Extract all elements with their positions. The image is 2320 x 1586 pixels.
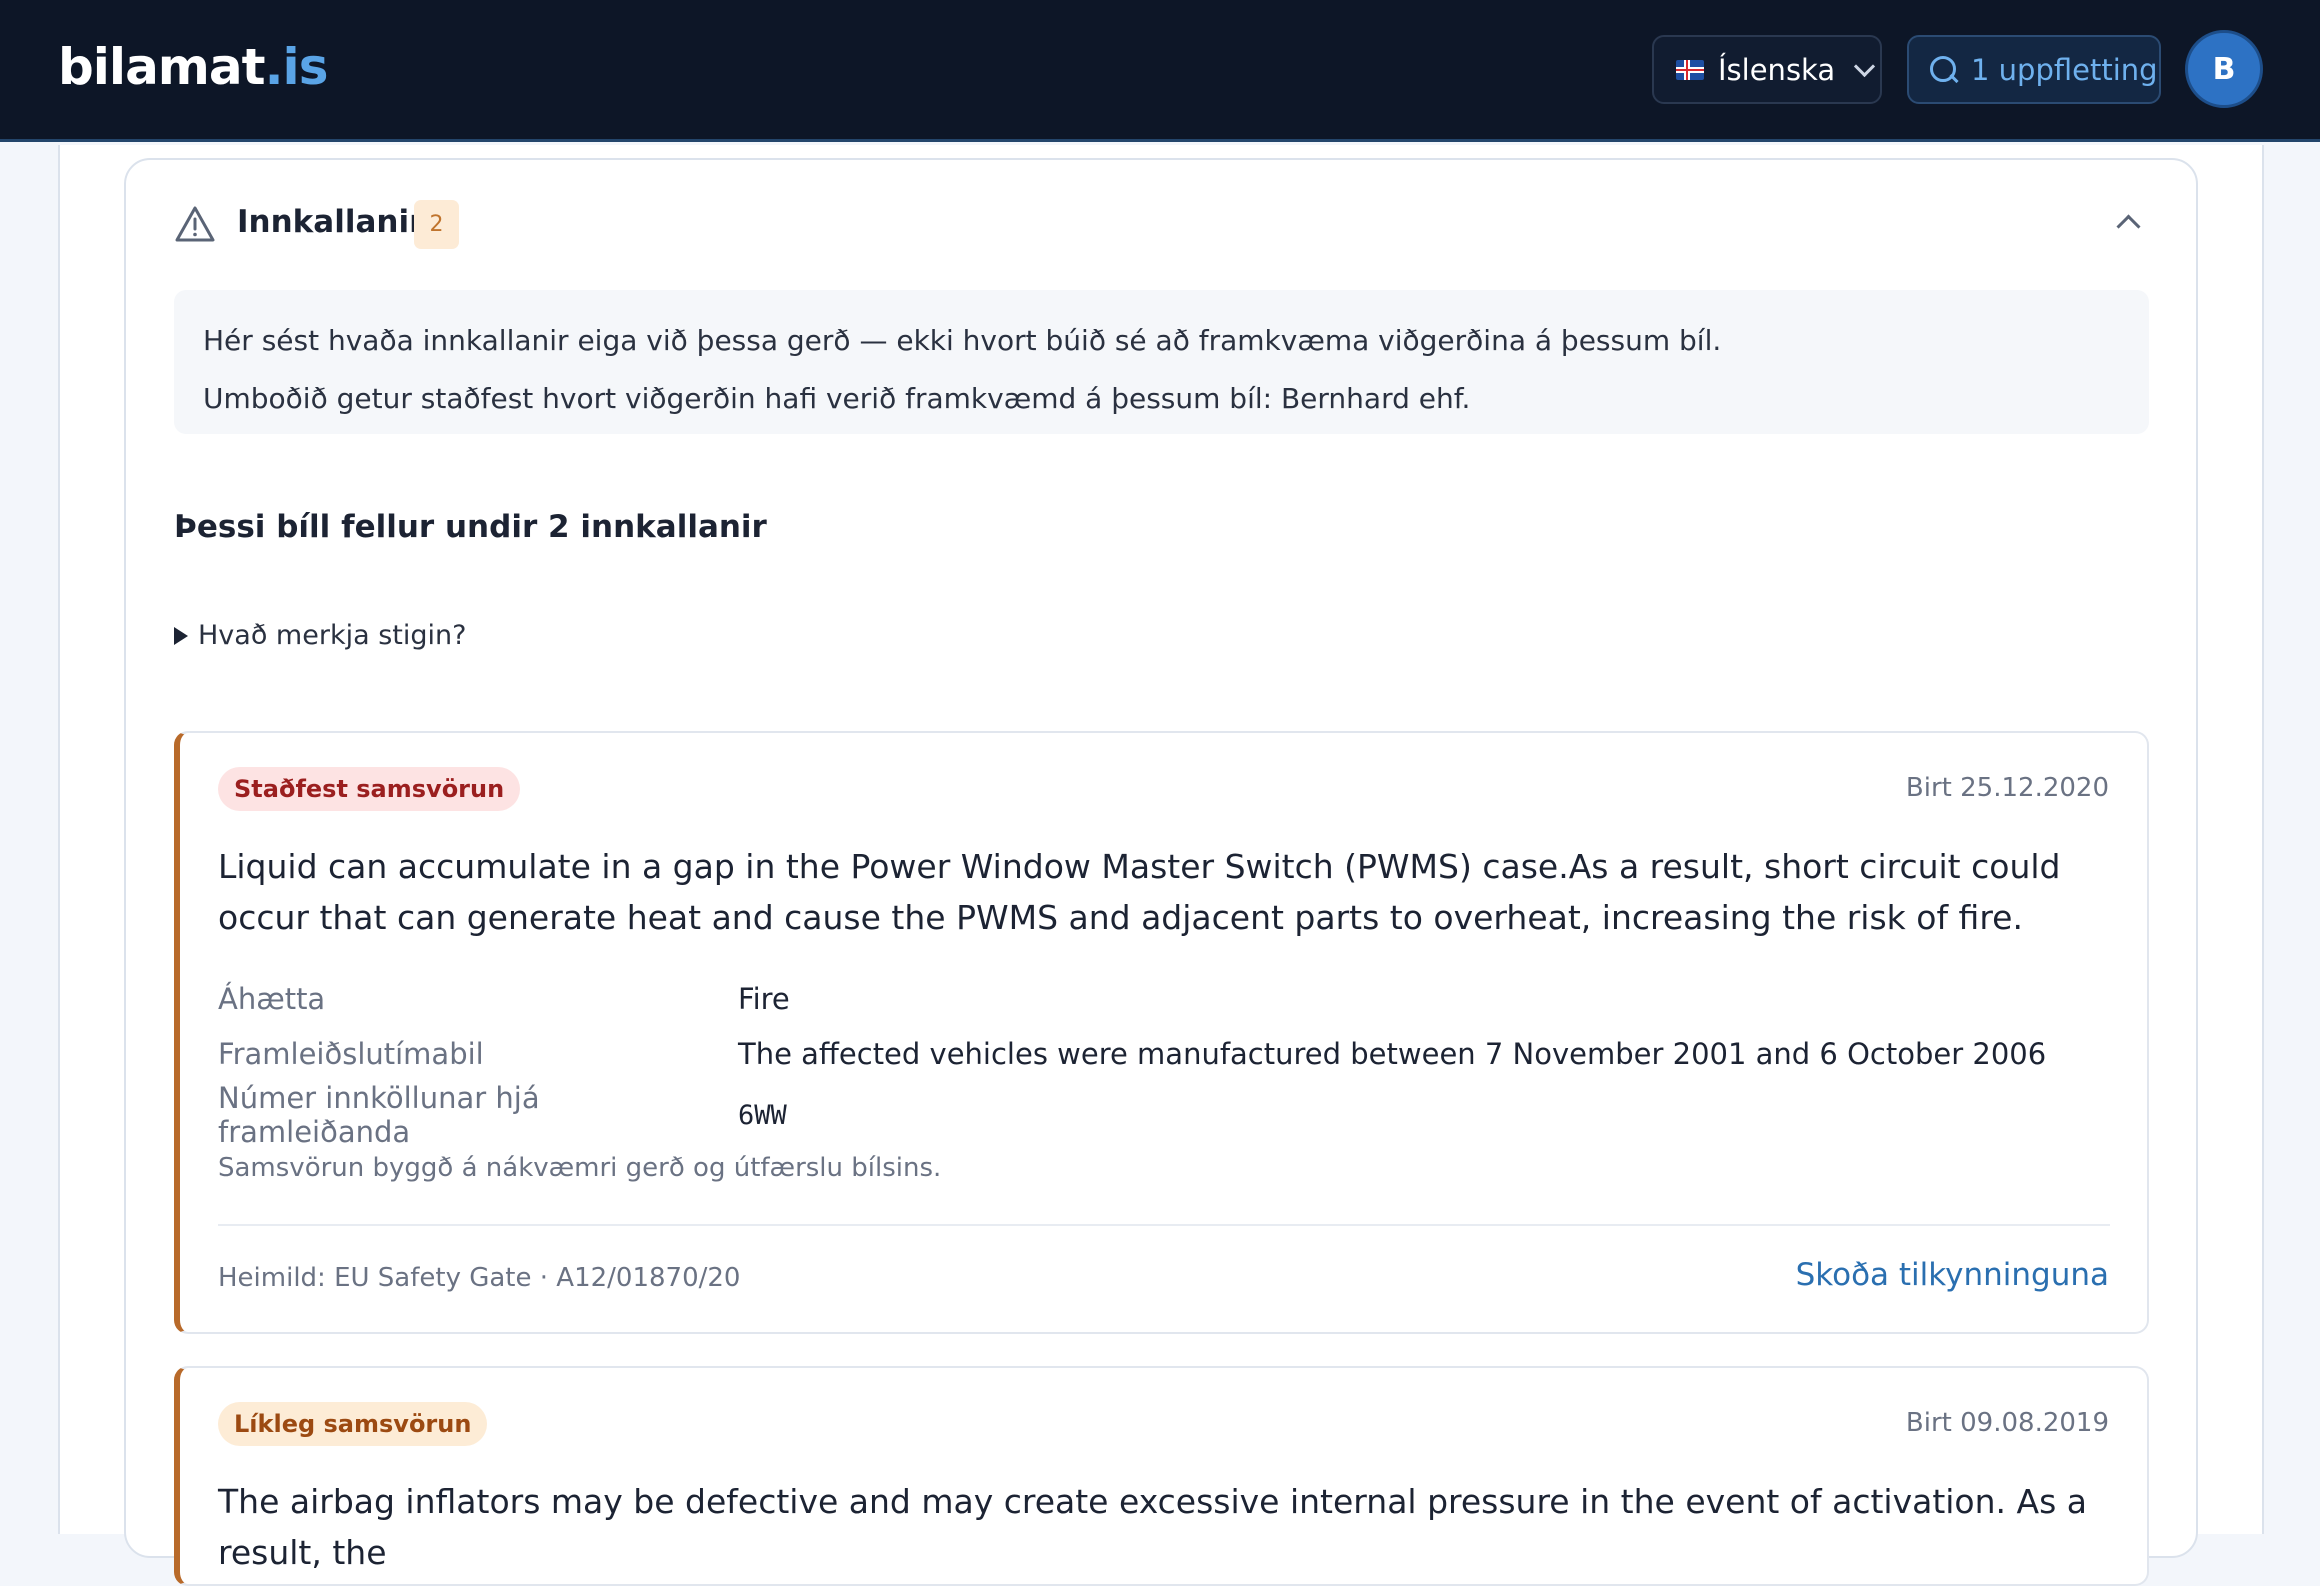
- avatar-initial: B: [2212, 51, 2236, 87]
- info-text-line: Umboðið getur staðfest hvort viðgerðin h…: [203, 382, 1471, 415]
- card-divider: [218, 1224, 2110, 1226]
- recall-description: The airbag inflators may be defective an…: [218, 1482, 2087, 1572]
- iceland-flag-icon: [1676, 59, 1704, 80]
- recall-description: Liquid can accumulate in a gap in the Po…: [218, 847, 2061, 937]
- language-selector[interactable]: Íslenska: [1652, 35, 1882, 104]
- detail-label: Númer innköllunar hjá framleiðanda: [218, 1081, 540, 1149]
- lookup-count-button[interactable]: 1 uppfletting: [1907, 35, 2161, 104]
- recalls-title: Innkallanir: [237, 204, 425, 240]
- recall-card: Staðfest samsvörun Birt 25.12.2020 Liqui…: [174, 731, 2149, 1334]
- site-logo[interactable]: bilamat.is: [58, 38, 329, 96]
- top-navigation-bar: bilamat.is Íslenska 1 uppfletting B: [0, 0, 2320, 142]
- levels-toggle-label: Hvað merkja stigin?: [198, 620, 467, 651]
- detail-value: Fire: [738, 981, 790, 1016]
- detail-row-manufacturer-number: Númer innköllunar hjá framleiðanda 6WW: [218, 1081, 2046, 1149]
- search-icon: [1929, 55, 1959, 85]
- match-level-badge: Staðfest samsvörun: [218, 767, 521, 811]
- chevron-down-icon: [1854, 55, 1876, 78]
- recalls-count-badge: 2: [414, 200, 459, 249]
- detail-row-production-period: Framleiðslutímabil The affected vehicles…: [218, 1026, 2046, 1081]
- recalls-info-box: Hér sést hvaða innkallanir eiga við þess…: [174, 290, 2149, 434]
- detail-label: Framleiðslutímabil: [218, 1036, 484, 1071]
- detail-label: Áhætta: [218, 981, 326, 1016]
- recall-card: Líkleg samsvörun Birt 09.08.2019 The air…: [174, 1366, 2149, 1586]
- match-level-badge: Líkleg samsvörun: [218, 1402, 488, 1446]
- recall-source: Heimild: EU Safety Gate · A12/01870/20: [218, 1263, 741, 1293]
- recalls-summary-heading: Þessi bíll fellur undir 2 innkallanir: [174, 509, 767, 545]
- detail-value: 6WW: [738, 1099, 787, 1131]
- recall-details-table: Áhætta Fire Framleiðslutímabil The affec…: [218, 971, 2046, 1150]
- detail-value: The affected vehicles were manufactured …: [738, 1036, 2047, 1071]
- detail-row-risk: Áhætta Fire: [218, 971, 2046, 1026]
- levels-explanation-toggle[interactable]: Hvað merkja stigin?: [174, 620, 466, 651]
- info-text-line: Hér sést hvaða innkallanir eiga við þess…: [203, 324, 1722, 357]
- logo-main-text: bilamat: [58, 38, 266, 96]
- published-date: Birt 09.08.2019: [1905, 1408, 2109, 1438]
- published-date: Birt 25.12.2020: [1905, 773, 2109, 803]
- warning-triangle-icon: [175, 206, 215, 242]
- disclosure-triangle-icon: [174, 626, 188, 645]
- user-avatar[interactable]: B: [2185, 30, 2263, 108]
- logo-tld-text: .is: [264, 38, 329, 96]
- view-notice-link[interactable]: Skoða tilkynninguna: [1796, 1257, 2109, 1293]
- match-basis-note: Samsvörun byggð á nákvæmri gerð og útfær…: [218, 1153, 942, 1183]
- language-label: Íslenska: [1718, 52, 1836, 87]
- lookup-count-label: 1 uppfletting: [1971, 52, 2158, 87]
